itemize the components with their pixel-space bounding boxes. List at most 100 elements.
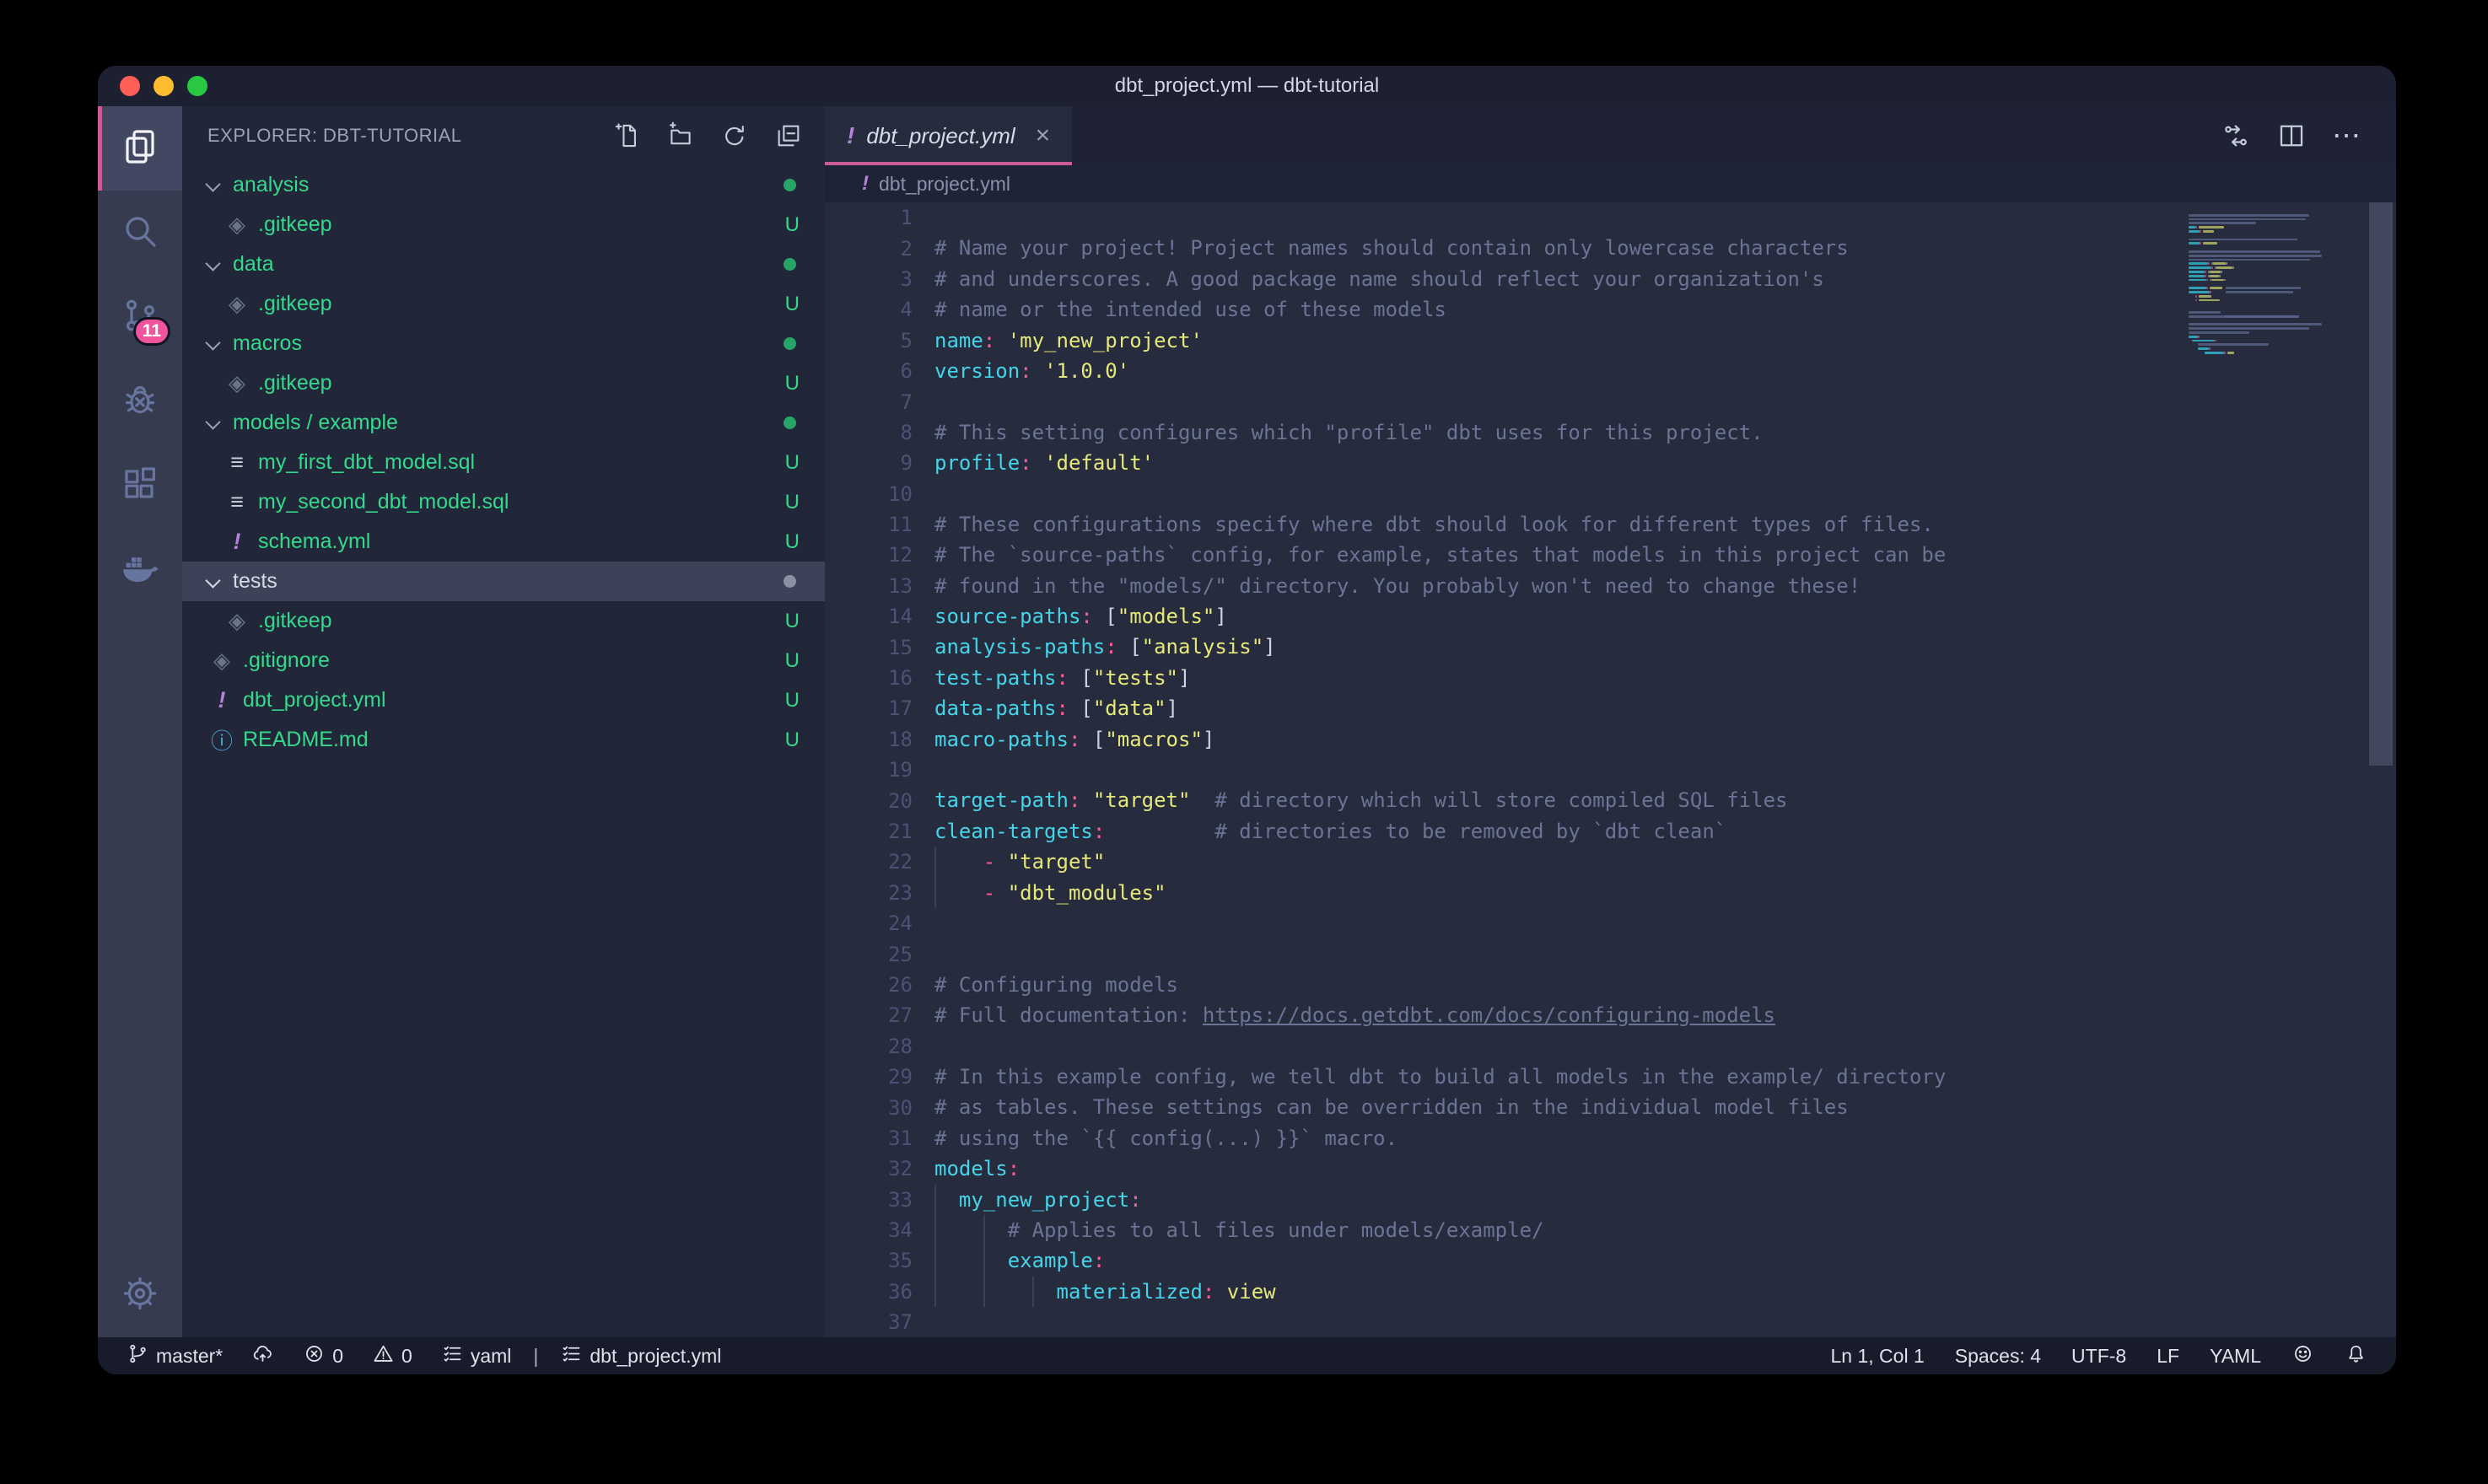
status-cursor-position[interactable]: Ln 1, Col 1 [1823,1337,1933,1374]
activitybar-item-docker[interactable] [98,528,182,612]
git-status-dot [784,179,796,191]
code-line-31: 31# using the `{{ config(...) }}` macro. [825,1123,2396,1153]
code-line-15: 15analysis-paths: ["analysis"] [825,632,2396,662]
code-line-26: 26# Configuring models [825,970,2396,1000]
status-feedback[interactable] [2283,1337,2323,1374]
status-language-mode-label: YAML [2210,1345,2261,1368]
code-line-23: 23 - "dbt_modules" [825,878,2396,908]
refresh-explorer-button[interactable] [720,121,749,150]
tree-item-data[interactable]: data [182,245,825,284]
status-publish[interactable] [243,1337,283,1374]
status-tasks-file[interactable]: dbt_project.yml [552,1337,730,1374]
line-content: macro-paths: ["macros"] [934,724,2396,755]
chevron-down-icon [202,254,224,276]
line-number: 29 [825,1065,934,1089]
code-editor[interactable]: 12# Name your project! Project names sho… [825,202,2396,1337]
code-line-6: 6version: '1.0.0' [825,356,2396,386]
tab-dbt-project-yml[interactable]: ! dbt_project.yml × [825,106,1072,165]
code-line-19: 19 [825,755,2396,785]
code-lines: 12# Name your project! Project names sho… [825,202,2396,1337]
tree-item-label: tests [233,569,277,594]
more-actions-button[interactable]: ⋯ [2332,121,2362,151]
code-line-7: 7 [825,386,2396,417]
vertical-scrollbar[interactable] [2369,202,2393,766]
tree-item-my-first-dbt-model-sql[interactable]: ≡my_first_dbt_model.sqlU [182,443,825,482]
line-number: 7 [825,390,934,414]
tree-item--gitkeep[interactable]: ◈.gitkeepU [182,363,825,403]
code-line-32: 32models: [825,1153,2396,1184]
code-line-9: 9profile: 'default' [825,448,2396,478]
status-bar: master*00yaml|dbt_project.yml Ln 1, Col … [98,1337,2396,1374]
git-status-dot [784,337,796,350]
yaml-file-icon: ! [224,529,250,555]
status-language-mode[interactable]: YAML [2201,1337,2270,1374]
code-line-20: 20target-path: "target" # directory whic… [825,785,2396,815]
new-file-button[interactable] [612,121,641,150]
line-number: 35 [825,1249,934,1272]
code-line-1: 1 [825,202,2396,233]
status-tasks-yaml[interactable]: yaml [433,1337,520,1374]
tree-item-readme-md[interactable]: ⓘREADME.mdU [182,720,825,760]
line-number: 26 [825,973,934,997]
status-eol[interactable]: LF [2148,1337,2188,1374]
tree-item-tests[interactable]: tests [182,562,825,601]
tree-item--gitkeep[interactable]: ◈.gitkeepU [182,601,825,641]
tree-item-my-second-dbt-model-sql[interactable]: ≡my_second_dbt_model.sqlU [182,482,825,522]
activitybar-item-explorer[interactable] [98,106,182,191]
explorer-title: EXPLORER: DBT-TUTORIAL [207,125,462,147]
chevron-down-icon [202,571,224,593]
close-tab-icon[interactable]: × [1036,121,1051,150]
line-content: name: 'my_new_project' [934,325,2396,356]
indent-guide [934,1245,936,1276]
line-number: 10 [825,482,934,506]
activitybar-item-manage[interactable] [98,1253,182,1337]
git-status-dot [784,575,796,588]
activitybar-item-run-and-debug[interactable] [98,359,182,444]
cloud-upload-icon [251,1342,274,1370]
tree-item-dbt-project-yml[interactable]: !dbt_project.ymlU [182,680,825,720]
source-control-badge: 11 [133,317,170,346]
activitybar-item-search[interactable] [98,191,182,275]
minimap[interactable] [2189,209,2336,358]
collapse-folders-button[interactable] [774,121,803,150]
split-editor-button[interactable] [2276,121,2307,151]
indent-guide [934,878,936,908]
status-notifications[interactable] [2336,1337,2376,1374]
code-line-16: 16test-paths: ["tests"] [825,663,2396,693]
status-errors[interactable]: 0 [294,1337,352,1374]
tree-item-schema-yml[interactable]: !schema.ymlU [182,522,825,562]
new-folder-button[interactable] [666,121,695,150]
minimap-line [2189,254,2336,258]
status-encoding[interactable]: UTF-8 [2063,1337,2135,1374]
code-line-30: 30# as tables. These settings can be ove… [825,1092,2396,1122]
new-file-icon [612,139,641,153]
line-content: # Applies to all files under models/exam… [934,1215,2396,1245]
code-line-28: 28 [825,1031,2396,1062]
git-untracked-badge: U [785,689,800,712]
activitybar-item-extensions[interactable] [98,444,182,528]
activitybar-item-source-control[interactable]: 11 [98,275,182,359]
tree-item--gitkeep[interactable]: ◈.gitkeepU [182,284,825,324]
indent-guide [934,847,936,877]
git-file-icon: ◈ [224,608,250,634]
line-number: 3 [825,267,934,291]
yaml-warning-icon: ! [847,122,854,149]
tree-item--gitignore[interactable]: ◈.gitignoreU [182,641,825,680]
tree-item-models-example[interactable]: models / example [182,403,825,443]
gear-icon [120,1273,160,1318]
line-number: 19 [825,758,934,782]
code-line-18: 18macro-paths: ["macros"] [825,724,2396,755]
title-bar: dbt_project.yml — dbt-tutorial [98,66,2396,106]
breadcrumb-file: dbt_project.yml [879,173,1010,196]
status-warnings[interactable]: 0 [364,1337,421,1374]
tree-item-analysis[interactable]: analysis [182,165,825,205]
breadcrumb[interactable]: ! dbt_project.yml [825,165,2396,202]
open-changes-button[interactable] [2221,121,2251,151]
status-indentation[interactable]: Spaces: 4 [1947,1337,2049,1374]
status-branch[interactable]: master* [118,1337,231,1374]
sql-file-icon: ≡ [224,449,250,476]
line-content: # using the `{{ config(...) }}` macro. [934,1123,2396,1153]
tree-item-macros[interactable]: macros [182,324,825,363]
tree-item--gitkeep[interactable]: ◈.gitkeepU [182,205,825,245]
tree-item-label: macros [233,331,302,356]
